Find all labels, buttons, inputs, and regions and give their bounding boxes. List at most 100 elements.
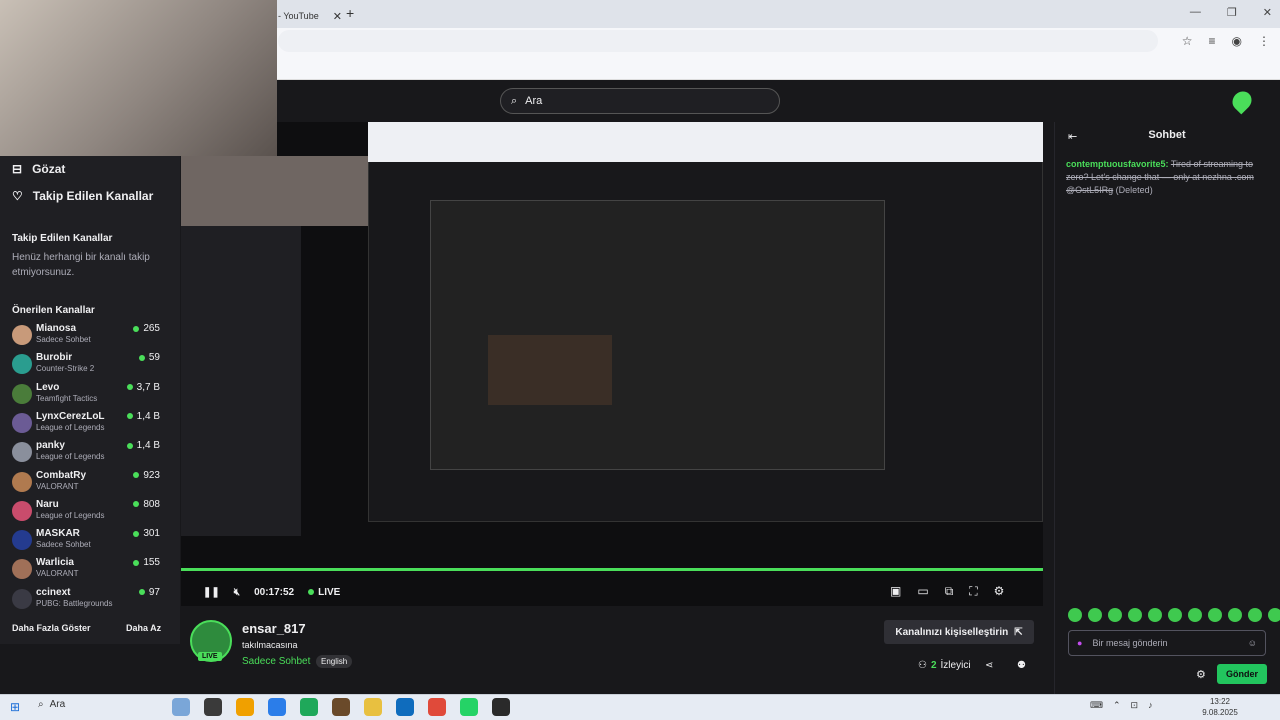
new-tab-button[interactable]: + [346, 5, 354, 21]
taskbar-app-icon[interactable] [428, 698, 446, 716]
search-icon: ⌕ [511, 94, 518, 107]
sidebar-channel-item[interactable]: LynxCerezLoL League of Legends 1,4 B [12, 411, 160, 439]
emote-icon[interactable] [1068, 608, 1082, 622]
stream-category[interactable]: Sadece Sohbet [242, 656, 310, 667]
chat-input[interactable]: ● Bir mesaj gönderin ☺ [1068, 630, 1266, 656]
channel-item-viewers: 923 [133, 470, 160, 481]
viewer-count-label: İzleyici [940, 660, 971, 671]
theatre-icon[interactable]: ▭ [917, 584, 928, 599]
close-tab-icon[interactable]: ✕ [333, 10, 342, 23]
emote-icon[interactable] [1168, 608, 1182, 622]
chat-message-user[interactable]: contemptuousfavorite5: [1066, 159, 1169, 169]
taskbar-app-icon[interactable] [300, 698, 318, 716]
emote-icon[interactable] [1148, 608, 1162, 622]
clip-icon[interactable]: ▣ [890, 584, 901, 599]
taskbar-app-icon[interactable] [460, 698, 478, 716]
send-button[interactable]: Gönder [1217, 664, 1267, 684]
channel-item-viewers: 59 [138, 352, 160, 363]
emote-icon[interactable] [1188, 608, 1202, 622]
media-queue-icon[interactable]: ≡ [1209, 34, 1216, 48]
taskbar-app-icon[interactable] [236, 698, 254, 716]
sidebar-channel-item[interactable]: ccinext PUBG: Battlegrounds 97 [12, 587, 160, 615]
sidebar-channel-item[interactable]: Mianosa Sadece Sohbet 265 [12, 323, 160, 351]
channel-item-name: Levo [36, 381, 60, 393]
sidebar-channel-item[interactable]: Levo Teamfight Tactics 3,7 B [12, 382, 160, 410]
external-link-icon: ⇱ [1014, 626, 1023, 638]
chevron-up-icon[interactable]: ⌃ [1113, 700, 1121, 711]
network-icon[interactable]: ⊡ [1131, 700, 1139, 711]
emoji-icon[interactable]: ☺ [1248, 638, 1257, 648]
emote-icon[interactable] [1208, 608, 1222, 622]
bookmark-star-icon[interactable]: ☆ [1182, 34, 1193, 48]
address-field[interactable] [278, 30, 1158, 52]
sidebar-channel-item[interactable]: CombatRy VALORANT 923 [12, 470, 160, 498]
taskbar-clock[interactable]: 13:22 9.08.2025 [1198, 696, 1242, 718]
stream-tag[interactable]: English [316, 655, 353, 668]
settings-gear-icon[interactable]: ⚙ [994, 584, 1005, 599]
keyboard-icon[interactable]: ⌨ [1090, 700, 1103, 711]
taskbar-app-icon[interactable] [268, 698, 286, 716]
recommended-section-title: Önerilen Kanallar [12, 305, 95, 316]
nav-browse-label: Gözat [32, 162, 66, 176]
taskbar-app-icon[interactable] [332, 698, 350, 716]
channel-viewer-count: 1,4 B [136, 440, 160, 452]
channel-avatar-icon [12, 500, 32, 521]
profile-icon[interactable]: ◉ [1232, 34, 1242, 48]
nav-following[interactable]: ♡ Takip Edilen Kanallar [12, 189, 153, 203]
emote-icon[interactable] [1128, 608, 1142, 622]
recursive-webcam [181, 156, 368, 226]
taskbar-app-icon[interactable] [396, 698, 414, 716]
nav-browse[interactable]: ⊟ Gözat [12, 162, 65, 176]
chat-settings-icon[interactable]: ⚙ [1196, 668, 1206, 681]
sidebar-channel-item[interactable]: Burobir Counter-Strike 2 59 [12, 352, 160, 380]
customize-label: Kanalınızı kişiselleştirin [895, 626, 1009, 638]
taskbar-app-icon[interactable] [204, 698, 222, 716]
channel-avatar-icon [12, 412, 32, 433]
minimize-button[interactable]: — [1190, 6, 1201, 19]
clock-date: 9.08.2025 [1202, 708, 1238, 717]
taskbar-search[interactable]: ⌕ Ara [38, 699, 65, 710]
browser-menu-icon[interactable]: ⋮ [1258, 34, 1270, 48]
emote-icon[interactable] [1108, 608, 1122, 622]
emote-icon[interactable] [1268, 608, 1280, 622]
windows-start-icon[interactable]: ⊞ [10, 700, 20, 714]
close-window-button[interactable]: ✕ [1263, 6, 1272, 19]
channel-viewer-count: 155 [143, 557, 160, 569]
volume-icon[interactable]: ♪ [1148, 700, 1153, 711]
channel-name[interactable]: ensar_817 [242, 621, 306, 636]
sidebar-channel-item[interactable]: Naru League of Legends 808 [12, 499, 160, 527]
channel-item-viewers: 155 [133, 557, 160, 568]
mute-icon[interactable]: 🔇︎ [234, 587, 240, 598]
user-menu-icon[interactable]: ⚉ [1017, 660, 1026, 671]
taskbar-app-icon[interactable] [364, 698, 382, 716]
mic-icon[interactable]: ● [1077, 638, 1082, 648]
pause-icon[interactable]: ❚❚ [203, 587, 220, 598]
live-dot-icon [138, 354, 145, 361]
avatar-live-badge: LIVE [198, 652, 222, 661]
sidebar-channel-item[interactable]: MASKAR Sadece Sohbet 301 [12, 528, 160, 556]
emote-icon[interactable] [1088, 608, 1102, 622]
taskbar-app-icon[interactable] [172, 698, 190, 716]
fullscreen-icon[interactable]: ⛶ [969, 584, 977, 599]
sidebar-channel-item[interactable]: panky League of Legends 1,4 B [12, 440, 160, 468]
emote-icon[interactable] [1228, 608, 1242, 622]
channel-avatar-icon [12, 325, 32, 345]
miniplayer-icon[interactable]: ⧉ [945, 584, 954, 599]
show-more-link[interactable]: Daha Fazla Göster [12, 623, 91, 633]
taskbar-app-icon[interactable] [492, 698, 510, 716]
emote-icon[interactable] [1248, 608, 1262, 622]
collapse-chat-icon[interactable]: ⇤ [1068, 130, 1077, 143]
taskbar-apps [172, 698, 510, 716]
channel-item-game: VALORANT [36, 481, 79, 491]
customize-channel-button[interactable]: Kanalınızı kişiselleştirin ⇱ [884, 620, 1034, 644]
channel-item-game: Sadece Sohbet [36, 540, 91, 550]
progress-bar[interactable] [181, 568, 1043, 571]
restore-button[interactable]: ❐ [1227, 6, 1237, 19]
viewers-icon: ⚇ [918, 660, 927, 671]
share-icon[interactable]: ⋖ [985, 660, 993, 671]
show-less-link[interactable]: Daha Az [126, 623, 161, 633]
clock-time: 13:22 [1209, 697, 1231, 706]
search-input[interactable]: ⌕ Ara [500, 88, 780, 114]
channel-avatar-icon [12, 559, 32, 580]
sidebar-channel-item[interactable]: Warlicia VALORANT 155 [12, 557, 160, 585]
